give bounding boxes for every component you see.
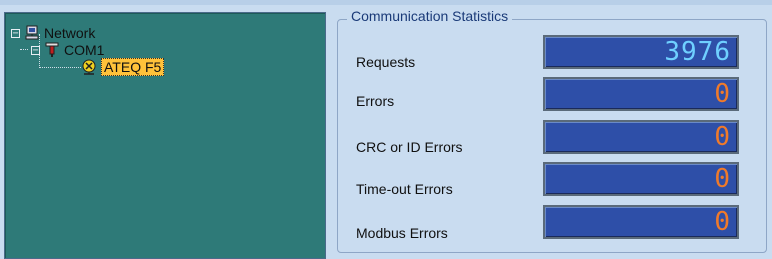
tree-connector-line: [39, 67, 81, 68]
computer-network-icon: [24, 25, 40, 41]
counter-errors: 0: [543, 77, 739, 111]
tree-label-com1[interactable]: COM1: [64, 42, 104, 58]
tree-connector-line: [20, 49, 28, 50]
tree-item-device[interactable]: ATEQ F5: [81, 58, 165, 76]
serial-port-icon: [44, 42, 60, 58]
stat-label-modbus-errors: Modbus Errors: [356, 225, 448, 241]
collapse-icon[interactable]: −: [11, 28, 20, 38]
counter-modbus-errors: 0: [543, 205, 739, 239]
stat-label-timeout-errors: Time-out Errors: [356, 181, 453, 197]
counter-requests: 3976: [543, 35, 739, 69]
tree-label-device[interactable]: ATEQ F5: [101, 58, 165, 76]
counter-crc-errors: 0: [543, 120, 739, 154]
tree-item-com1[interactable]: − COM1: [31, 41, 104, 59]
stat-label-errors: Errors: [356, 93, 395, 109]
stat-label-requests: Requests: [356, 54, 416, 70]
top-bar: [0, 0, 772, 5]
collapse-icon[interactable]: −: [31, 45, 40, 55]
tree-item-network[interactable]: − Network: [11, 24, 95, 42]
counter-timeout-errors: 0: [543, 162, 739, 196]
tree-label-network[interactable]: Network: [44, 25, 95, 41]
network-tree-panel[interactable]: − Network − COM1 ATEQ F5: [4, 12, 326, 259]
device-node-icon: [81, 59, 97, 75]
group-title: Communication Statistics: [347, 8, 513, 24]
stat-label-crc-errors: CRC or ID Errors: [356, 139, 463, 155]
